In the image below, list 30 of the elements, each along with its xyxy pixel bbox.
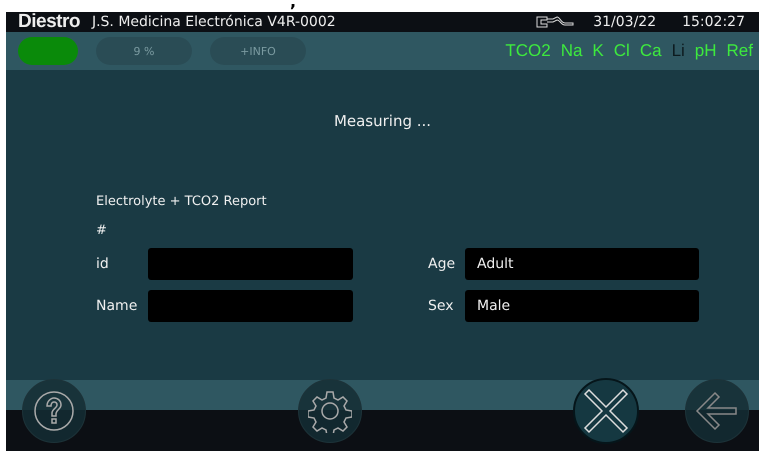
help-icon <box>32 389 76 433</box>
analyte-label: Ca <box>640 41 662 61</box>
field-label: Sex <box>428 298 455 314</box>
analyte-label: Na <box>560 41 582 61</box>
clock: 15:02:27 <box>682 14 745 30</box>
analyte-label: pH <box>694 41 717 61</box>
field-label: id <box>96 256 110 272</box>
status-message: Measuring ... <box>332 112 432 130</box>
plug-icon <box>535 15 576 29</box>
field-label: Name <box>96 298 138 314</box>
report-title: Electrolyte + TCO2 Report <box>96 194 268 209</box>
field-label: Age <box>428 256 456 272</box>
date: 31/03/22 <box>593 14 656 30</box>
logo: Diestro <box>18 11 80 33</box>
input-field[interactable]: Adult <box>465 248 699 280</box>
input-field[interactable]: Male <box>465 290 699 322</box>
stray-mark: , <box>290 0 296 11</box>
close-icon <box>581 386 631 436</box>
progress-indicator: 9 % <box>96 37 192 65</box>
analyte-label: K <box>592 41 604 61</box>
analyte-label: Ref <box>726 41 753 61</box>
analyte-label: Li <box>672 41 685 61</box>
analyte-label: Cl <box>614 41 630 61</box>
settings-icon <box>308 389 352 433</box>
number-label: # <box>96 223 108 238</box>
input-field[interactable] <box>148 290 353 322</box>
analyte-label: TCO2 <box>505 41 551 61</box>
window-title: J.S. Medicina Electrónica V4R-0002 <box>92 14 337 30</box>
input-field[interactable] <box>148 248 353 280</box>
left-arrow-icon <box>695 389 739 433</box>
